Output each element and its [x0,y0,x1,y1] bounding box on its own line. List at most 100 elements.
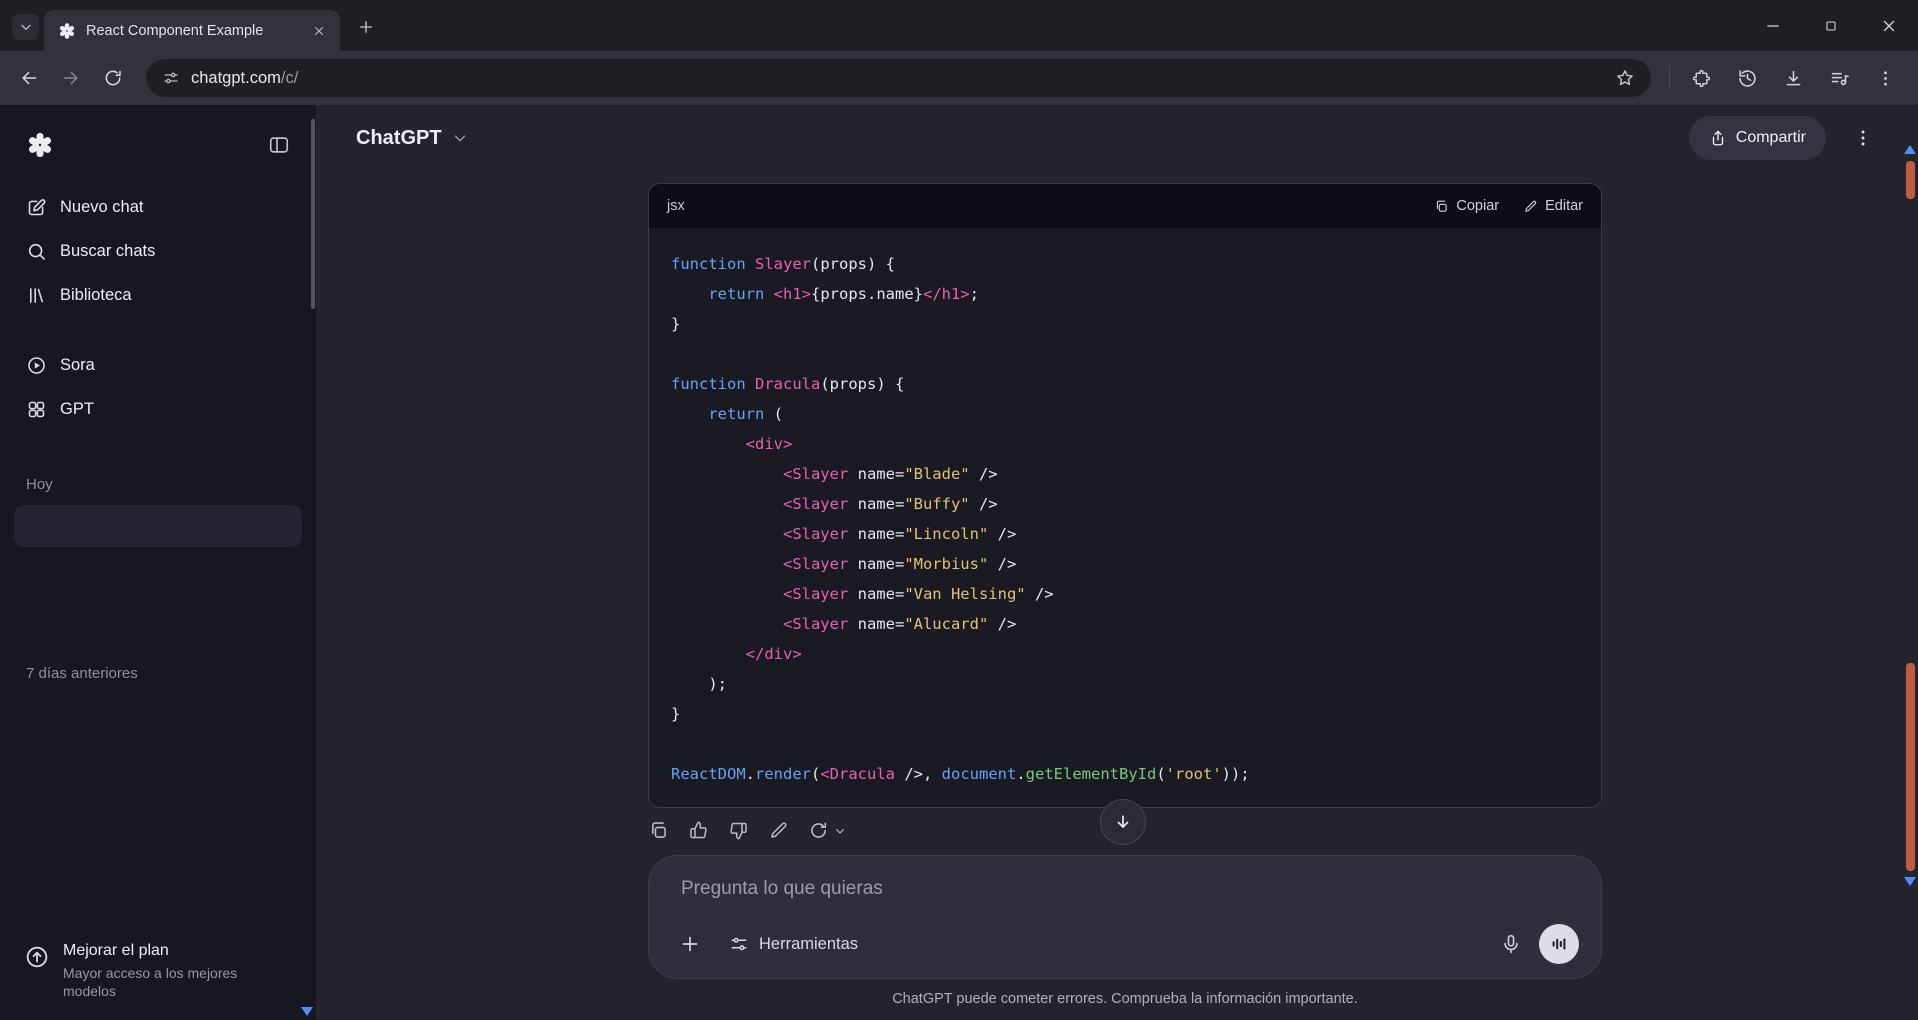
minimize-button[interactable] [1744,0,1802,51]
arrow-right-icon [61,68,81,88]
tab-search-button[interactable] [12,14,39,40]
code-line: } [671,699,1579,729]
code-language-label: jsx [667,198,685,214]
toolbar-divider [1669,66,1670,90]
attach-button[interactable] [675,929,705,959]
copy-message-icon[interactable] [648,820,669,841]
copy-icon [1434,199,1449,214]
back-button[interactable] [10,59,48,97]
code-block: jsx Copiar Editar function [648,183,1602,808]
minimize-icon [1764,17,1782,35]
bookmark-star-button[interactable] [1615,68,1635,88]
close-window-button[interactable] [1860,0,1918,51]
dictate-button[interactable] [1493,926,1529,962]
share-button[interactable]: Compartir [1689,116,1826,160]
sidebar-nav: Nuevo chat Buscar chats Biblioteca Sora [0,185,316,431]
composer-placeholder[interactable]: Pregunta lo que quieras [681,878,883,900]
scroll-to-bottom-button[interactable] [1100,799,1146,845]
history-button[interactable] [1729,60,1765,96]
sora-play-icon [26,355,47,376]
sidebar-item-sora[interactable]: Sora [10,343,306,387]
reload-button[interactable] [94,59,132,97]
chatgpt-favicon [58,22,76,40]
sliders-icon [729,934,749,954]
arrow-left-icon [19,68,39,88]
sidebar-item-label: Sora [60,356,95,375]
main-scrollbar-thumb[interactable] [1906,663,1915,871]
star-icon [1615,68,1635,88]
main-scrollbar-marker[interactable] [1906,161,1915,199]
sidebar-scrollbar-thumb[interactable] [311,119,315,309]
new-tab-button[interactable] [352,13,380,41]
sidebar-item-new-chat[interactable]: Nuevo chat [10,185,306,229]
upgrade-title: Mejorar el plan [63,942,263,960]
composer[interactable]: Pregunta lo que quieras Herramientas [648,855,1602,979]
forward-button[interactable] [52,59,90,97]
sidebar-item-label: Biblioteca [60,286,132,305]
chevron-down-icon [833,824,847,838]
plus-icon [679,933,701,955]
tools-button[interactable]: Herramientas [729,934,858,954]
regenerate-icon [808,820,829,841]
edit-message-icon[interactable] [768,820,789,841]
sidebar-item-library[interactable]: Biblioteca [10,273,306,317]
chat-content: jsx Copiar Editar function [648,183,1602,841]
tab-close-button[interactable] [308,20,330,42]
code-line [671,339,1579,369]
chevron-down-icon [18,19,34,35]
puzzle-icon [1691,68,1712,89]
conversation-menu-button[interactable] [1844,119,1882,157]
code-line: <Slayer name="Morbius" /> [671,549,1579,579]
active-chat-item[interactable] [14,505,302,547]
sidebar-scroll-down-arrow[interactable] [301,1007,313,1016]
code-line: function Dracula(props) { [671,369,1579,399]
thumbs-up-icon[interactable] [688,820,709,841]
site-settings-icon[interactable] [162,69,180,87]
browser-window: React Component Example chatgpt.com/c/ [0,0,1918,1020]
share-icon [1709,129,1727,147]
sidebar-item-gpt[interactable]: GPT [10,387,306,431]
media-playlist-icon [1829,68,1850,89]
upgrade-subtitle: Mayor acceso a los mejores modelos [63,964,263,1000]
code-line: ReactDOM.render(<Dracula />, document.ge… [671,759,1579,789]
code-line: <Slayer name="Van Helsing" /> [671,579,1579,609]
code-line [671,729,1579,759]
media-control-button[interactable] [1821,60,1857,96]
downloads-button[interactable] [1775,60,1811,96]
maximize-button[interactable] [1802,0,1860,51]
sidebar-toggle-icon[interactable] [268,134,290,156]
tab-title: React Component Example [86,23,298,39]
tools-label: Herramientas [759,935,858,954]
browser-toolbar: chatgpt.com/c/ [0,51,1918,105]
copy-code-button[interactable]: Copiar [1434,198,1499,214]
plus-icon [357,18,375,36]
voice-waveform-icon [1549,934,1569,954]
thumbs-down-icon[interactable] [728,820,749,841]
code-line: } [671,309,1579,339]
section-label-today: Hoy [26,476,316,493]
chatgpt-app: Nuevo chat Buscar chats Biblioteca Sora [0,105,1918,1020]
model-switcher[interactable]: ChatGPT [356,127,469,150]
extensions-button[interactable] [1683,60,1719,96]
code-line: <Slayer name="Alucard" /> [671,609,1579,639]
pencil-icon [1523,199,1538,214]
main-scroll-down-arrow[interactable] [1904,877,1916,886]
edit-code-button[interactable]: Editar [1523,198,1583,214]
browser-tab[interactable]: React Component Example [44,10,340,51]
address-bar[interactable]: chatgpt.com/c/ [146,59,1651,97]
upgrade-plan-button[interactable]: Mejorar el plan Mayor acceso a los mejor… [0,930,316,1012]
history-clock-icon [1737,68,1758,89]
url-text: chatgpt.com/c/ [191,69,298,88]
sidebar-item-label: GPT [60,400,94,419]
code-line: return ( [671,399,1579,429]
browser-menu-button[interactable] [1867,60,1903,96]
code-line: return <h1>{props.name}</h1>; [671,279,1579,309]
main-scroll-up-arrow[interactable] [1904,145,1916,154]
gpt-grid-icon [26,399,47,420]
browser-titlebar: React Component Example [0,0,1918,51]
code-line: <Slayer name="Lincoln" /> [671,519,1579,549]
regenerate-button[interactable] [808,820,847,841]
sidebar-item-search-chats[interactable]: Buscar chats [10,229,306,273]
voice-mode-button[interactable] [1539,924,1579,964]
microphone-icon [1500,933,1522,955]
